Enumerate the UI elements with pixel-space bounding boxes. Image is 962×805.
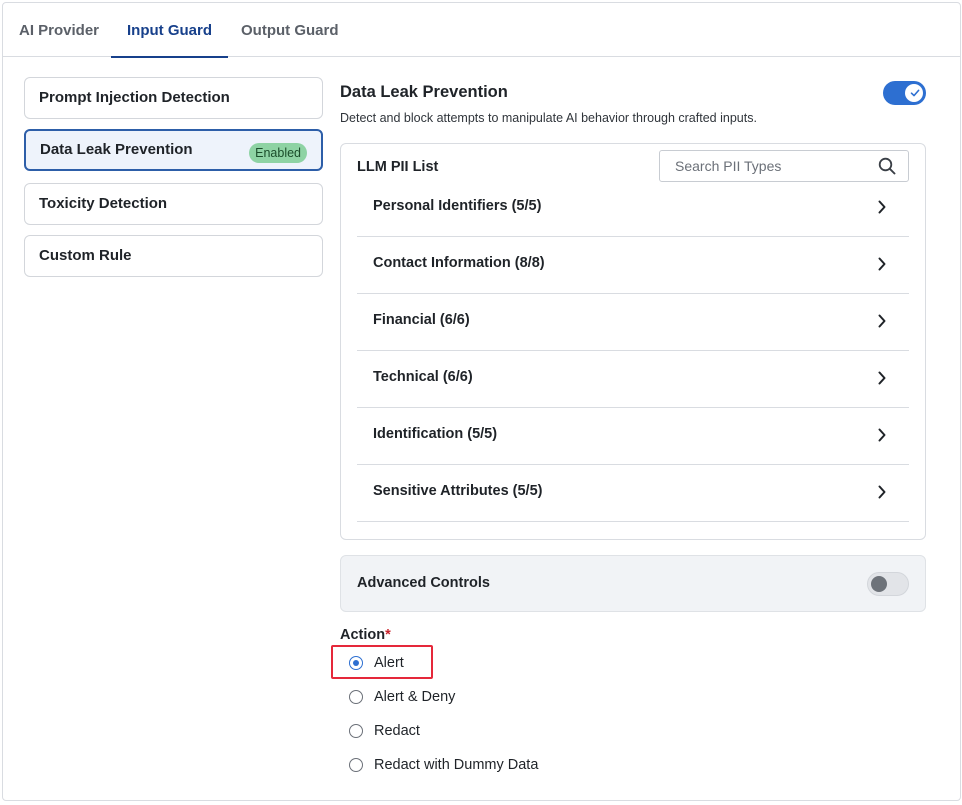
section-title: Data Leak Prevention [340, 83, 508, 101]
tab-ai-provider[interactable]: AI Provider [19, 22, 99, 57]
tab-bar: AI Provider Input Guard Output Guard [3, 3, 960, 58]
pii-category-label: Identification (5/5) [373, 426, 498, 442]
toggle-knob [871, 576, 887, 592]
chevron-right-icon [878, 257, 886, 271]
pii-category-row[interactable]: Personal Identifiers (5/5) [357, 180, 909, 237]
menu-item-label: Custom Rule [39, 247, 132, 264]
status-badge: Enabled [249, 143, 307, 163]
required-mark: * [385, 627, 391, 643]
menu-item-label: Data Leak Prevention [40, 141, 193, 158]
chevron-right-icon [878, 371, 886, 385]
pii-list-card: LLM PII List Personal Identifiers (5/5) … [340, 143, 926, 540]
guard-settings-panel: AI Provider Input Guard Output Guard Pro… [2, 2, 961, 801]
advanced-controls-label: Advanced Controls [357, 575, 490, 591]
radio-label: Redact [374, 723, 420, 739]
tab-input-guard[interactable]: Input Guard [111, 22, 228, 58]
action-label-text: Action [340, 627, 386, 643]
search-icon[interactable] [878, 157, 896, 175]
radio-button[interactable] [349, 690, 363, 704]
section-description: Detect and block attempts to manipulate … [340, 111, 757, 125]
pii-category-row[interactable]: Technical (6/6) [357, 351, 909, 408]
radio-button[interactable] [349, 724, 363, 738]
menu-item-prompt-injection[interactable]: Prompt Injection Detection [24, 77, 323, 119]
chevron-right-icon [878, 485, 886, 499]
radio-label: Redact with Dummy Data [374, 757, 539, 773]
pii-category-label: Technical (6/6) [373, 369, 473, 385]
check-icon [910, 89, 920, 97]
pii-search[interactable] [659, 150, 909, 182]
menu-item-data-leak-prevention[interactable]: Data Leak Prevention Enabled [24, 129, 323, 171]
pii-list-title: LLM PII List [357, 159, 439, 175]
radio-button[interactable] [349, 758, 363, 772]
chevron-right-icon [878, 314, 886, 328]
pii-category-label: Financial (6/6) [373, 312, 470, 328]
tab-output-guard[interactable]: Output Guard [241, 22, 339, 57]
pii-category-label: Contact Information (8/8) [373, 255, 545, 271]
pii-category-label: Sensitive Attributes (5/5) [373, 483, 543, 499]
chevron-right-icon [878, 428, 886, 442]
pii-category-label: Personal Identifiers (5/5) [373, 198, 542, 214]
pii-category-row[interactable]: Financial (6/6) [357, 294, 909, 351]
radio-button[interactable] [349, 656, 363, 670]
menu-item-label: Prompt Injection Detection [39, 89, 230, 106]
enable-toggle[interactable] [883, 81, 926, 105]
menu-item-toxicity-detection[interactable]: Toxicity Detection [24, 183, 323, 225]
radio-label: Alert [374, 655, 404, 671]
search-input[interactable] [660, 151, 870, 181]
action-label: Action* [340, 627, 391, 643]
chevron-right-icon [878, 200, 886, 214]
pii-category-row[interactable]: Sensitive Attributes (5/5) [357, 465, 909, 522]
advanced-controls-toggle[interactable] [867, 572, 909, 596]
advanced-controls: Advanced Controls [340, 555, 926, 612]
pii-category-row[interactable]: Identification (5/5) [357, 408, 909, 465]
menu-item-label: Toxicity Detection [39, 195, 168, 212]
menu-item-custom-rule[interactable]: Custom Rule [24, 235, 323, 277]
pii-category-row[interactable]: Contact Information (8/8) [357, 237, 909, 294]
radio-label: Alert & Deny [374, 689, 456, 705]
